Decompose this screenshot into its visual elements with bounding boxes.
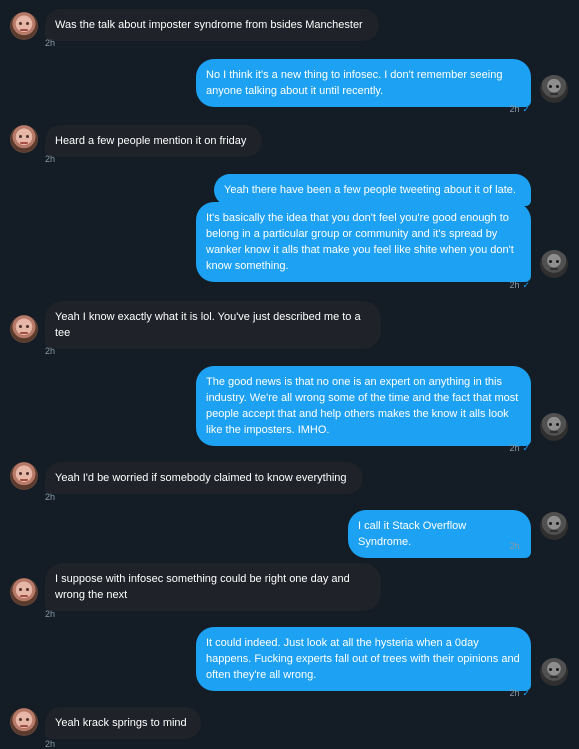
message-timestamp: 2h	[45, 609, 56, 619]
contact-avatar[interactable]	[10, 462, 38, 490]
my-avatar[interactable]	[540, 512, 568, 540]
read-check-icon: ✓	[522, 688, 530, 698]
message-timestamp: 2h	[45, 38, 56, 48]
message-timestamp: 2h	[45, 492, 56, 502]
read-check-icon: ✓	[522, 104, 530, 114]
read-check-icon: ✓	[522, 541, 530, 551]
my-avatar[interactable]	[540, 75, 568, 103]
incoming-message-bubble: Yeah I know exactly what it is lol. You'…	[45, 301, 381, 349]
outgoing-message-bubble: I call it Stack Overflow Syndrome.	[348, 510, 531, 558]
message-row-outgoing: No I think it's a new thing to infosec. …	[0, 52, 579, 122]
message-row-incoming: Was the talk about imposter syndrome fro…	[0, 0, 579, 50]
contact-avatar[interactable]	[10, 125, 38, 153]
message-row-outgoing: It could indeed. Just look at all the hy…	[0, 624, 579, 702]
message-row-outgoing: Yeah there have been a few people tweeti…	[0, 170, 579, 206]
incoming-message-bubble: I suppose with infosec something could b…	[45, 563, 381, 611]
message-row-incoming: Yeah krack springs to mind 2h	[0, 702, 579, 749]
message-timestamp: 2h	[45, 346, 56, 356]
message-thread: Was the talk about imposter syndrome fro…	[0, 0, 579, 749]
outgoing-message-bubble: The good news is that no one is an exper…	[196, 366, 531, 446]
read-check-icon: ✓	[522, 280, 530, 290]
message-row-outgoing: It's basically the idea that you don't f…	[0, 202, 579, 296]
time-label: 2h	[509, 443, 520, 453]
time-label: 2h	[509, 280, 520, 290]
read-check-icon: ✓	[522, 443, 530, 453]
outgoing-message-bubble: No I think it's a new thing to infosec. …	[196, 59, 531, 107]
message-row-incoming: I suppose with infosec something could b…	[0, 560, 579, 624]
message-timestamp: 2h	[45, 154, 56, 164]
message-timestamp: 2h ✓	[509, 443, 530, 453]
incoming-message-bubble: Yeah I'd be worried if somebody claimed …	[45, 462, 363, 494]
message-timestamp: 2h ✓	[509, 280, 530, 290]
message-timestamp: 2h ✓	[509, 104, 530, 114]
contact-avatar[interactable]	[10, 12, 38, 40]
time-label: 2h	[509, 688, 520, 698]
incoming-message-bubble: Was the talk about imposter syndrome fro…	[45, 9, 379, 41]
my-avatar[interactable]	[540, 413, 568, 441]
contact-avatar[interactable]	[10, 315, 38, 343]
message-row-incoming: Heard a few people mention it on friday …	[0, 122, 579, 170]
time-label: 2h	[509, 541, 520, 551]
message-timestamp: 2h ✓	[509, 541, 530, 551]
incoming-message-bubble: Heard a few people mention it on friday	[45, 125, 262, 157]
outgoing-message-bubble: It's basically the idea that you don't f…	[196, 202, 531, 282]
contact-avatar[interactable]	[10, 578, 38, 606]
message-row-incoming: Yeah I know exactly what it is lol. You'…	[0, 298, 579, 360]
incoming-message-bubble: Yeah krack springs to mind	[45, 707, 201, 739]
message-row-outgoing: I call it Stack Overflow Syndrome. 2h ✓	[0, 508, 579, 558]
message-row-incoming: Yeah I'd be worried if somebody claimed …	[0, 458, 579, 506]
message-timestamp: 2h ✓	[509, 688, 530, 698]
message-row-outgoing: The good news is that no one is an exper…	[0, 362, 579, 458]
my-avatar[interactable]	[540, 250, 568, 278]
time-label: 2h	[509, 104, 520, 114]
contact-avatar[interactable]	[10, 708, 38, 736]
outgoing-message-bubble: It could indeed. Just look at all the hy…	[196, 627, 531, 691]
my-avatar[interactable]	[540, 658, 568, 686]
